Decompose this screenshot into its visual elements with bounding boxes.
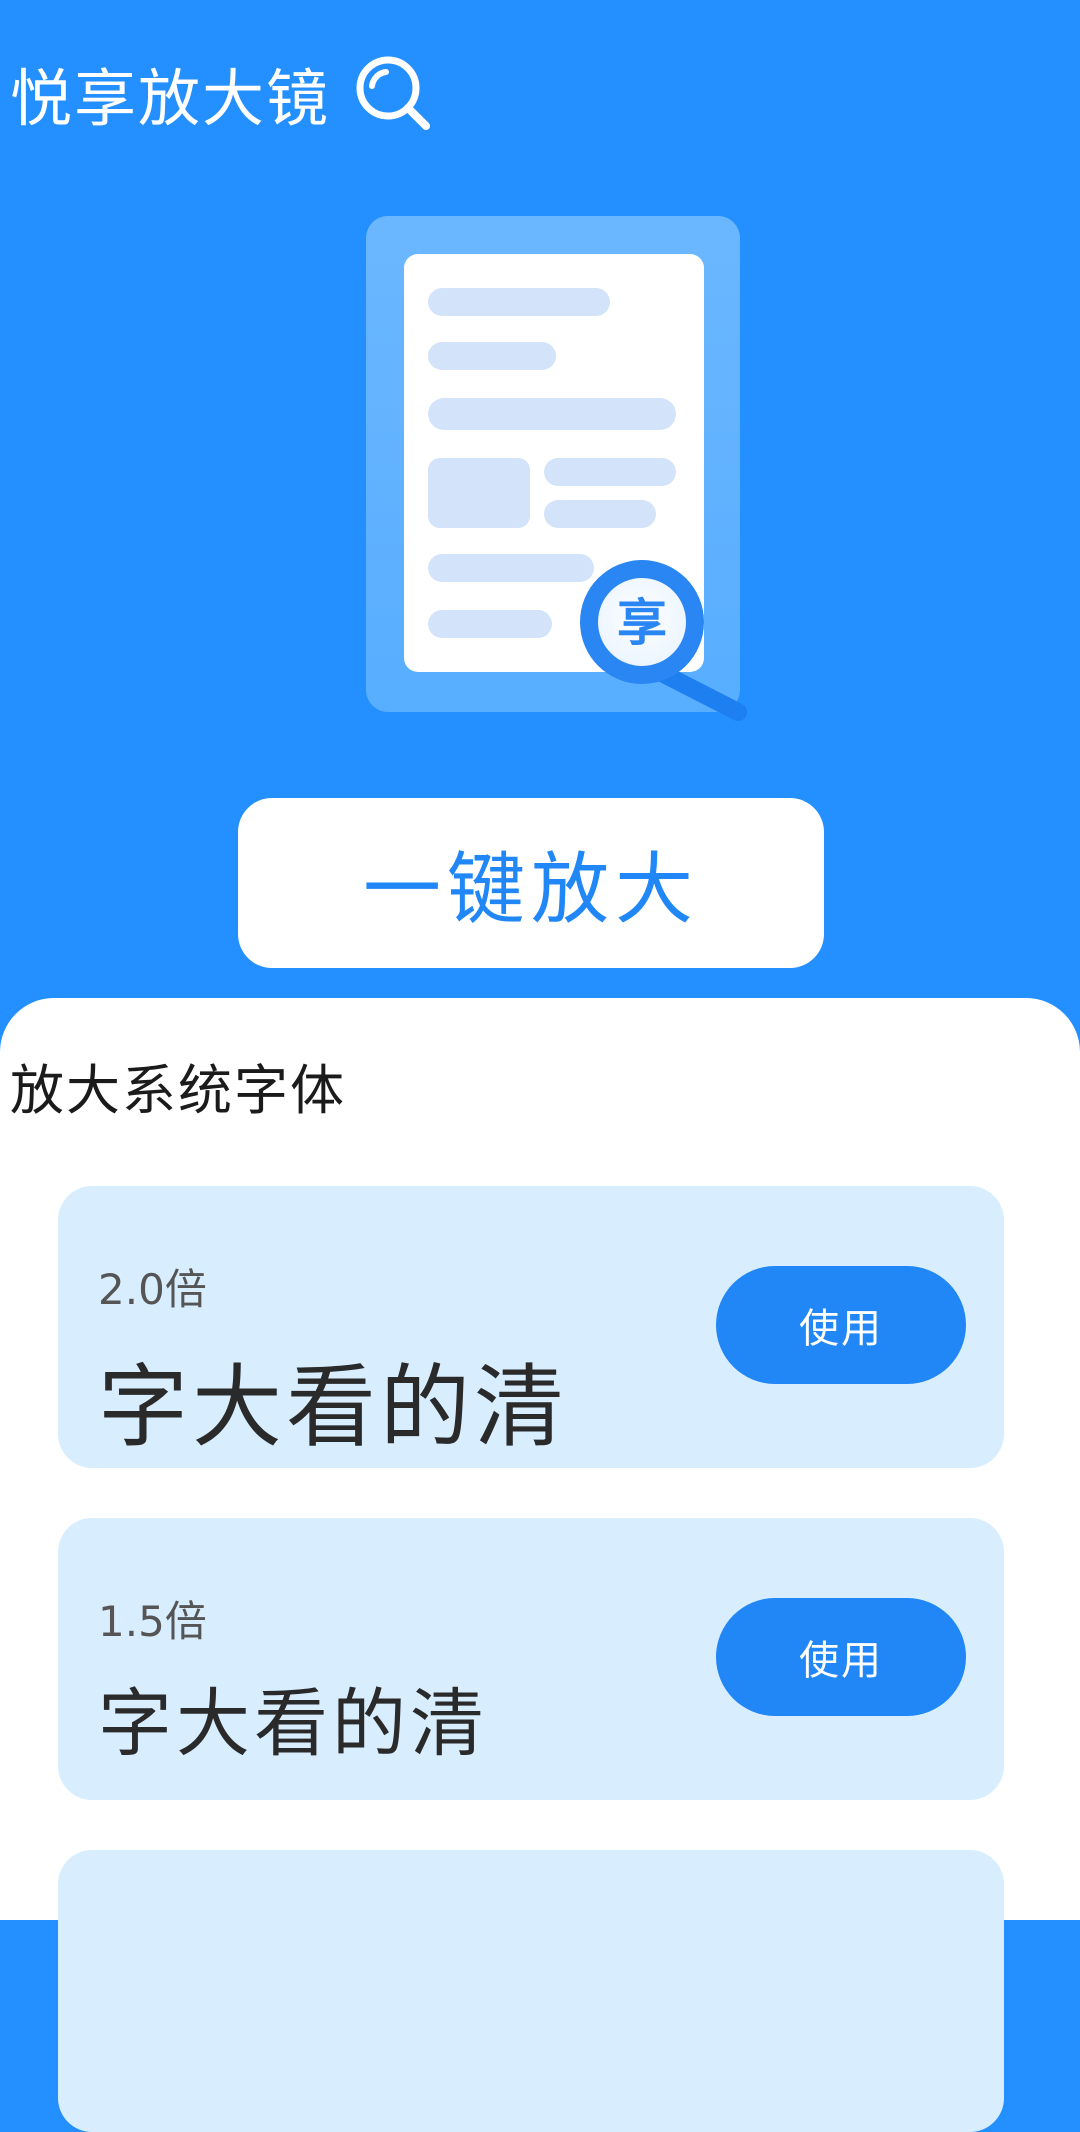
scale-label: 1.5倍: [98, 1597, 207, 1646]
font-scale-panel: 放大系统字体 2.0倍 字大看的清 使用 1.5倍 字大看的清 使用: [0, 998, 1080, 2132]
app-title: 悦享放大镜: [10, 48, 436, 138]
sample-text: 字大看的清: [98, 1355, 568, 1460]
header: 悦享放大镜 享 一键放大: [0, 0, 1080, 1000]
magnifier-glyph: 享: [617, 594, 667, 652]
scale-option-card: 1.5倍 字大看的清 使用: [58, 1518, 1004, 1800]
sample-text: 字大看的清: [98, 1681, 488, 1767]
document-magnifier-illustration: 享: [366, 216, 747, 721]
scale-option-card: 2.0倍 字大看的清 使用: [58, 1186, 1004, 1468]
section-title: 放大系统字体: [10, 1059, 346, 1122]
use-button[interactable]: 使用: [716, 1266, 966, 1384]
one-tap-magnify-button[interactable]: 一键放大: [238, 798, 824, 968]
app-title-text: 悦享放大镜: [10, 62, 331, 135]
use-button[interactable]: 使用: [716, 1598, 966, 1716]
scale-label: 2.0倍: [98, 1265, 207, 1314]
scale-option-card: [58, 1850, 1004, 2132]
magnifier-icon: [356, 56, 431, 130]
